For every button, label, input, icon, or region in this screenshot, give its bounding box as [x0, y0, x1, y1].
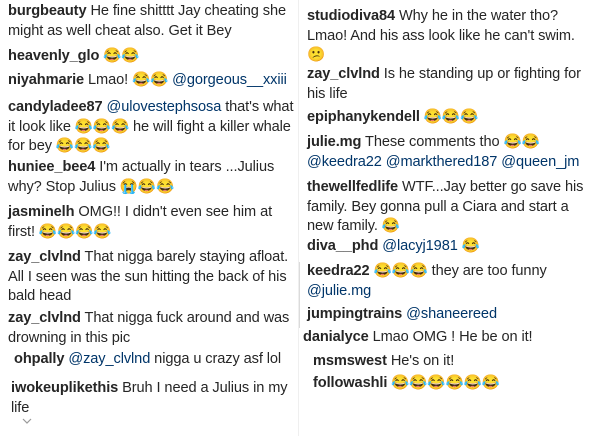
comment-item: niyahmarie Lmao! 😂😂 @gorgeous__xxiii [8, 71, 294, 91]
mention-link[interactable]: @ulovestephsosa [107, 99, 222, 115]
comment-username[interactable]: epiphanykendell [307, 109, 420, 125]
mention-link[interactable]: @lacyj1981 [382, 238, 458, 254]
comment-username[interactable]: heavenly_glo [8, 48, 99, 64]
comment-username[interactable]: zay_clvlnd [307, 66, 380, 82]
mention-link[interactable]: @markthered187 [386, 154, 498, 170]
comment-text: 😂😂😂 they are too funny [373, 263, 547, 279]
mention-link[interactable]: @zay_clvlnd [68, 351, 150, 367]
comment-username[interactable]: msmswest [313, 353, 387, 369]
comment-text: 😂😂😂😂😂😂 [391, 375, 500, 391]
comment-item: huniee_bee4 I'm actually in tears ...Jul… [8, 158, 294, 197]
comment-username[interactable]: danialyce [303, 329, 369, 345]
comment-username[interactable]: jasminelh [8, 204, 75, 220]
comment-username[interactable]: keedra22 [307, 263, 370, 279]
comment-item: diva__phd @lacyj1981 😂 [307, 237, 592, 257]
comment-item: studiodiva84 Why he in the water tho? Lm… [307, 7, 592, 66]
comment-item: zay_clvlnd That nigga fuck around and wa… [8, 309, 294, 348]
comment-text: 😂 [457, 238, 480, 254]
comment-item: jasminelh OMG!! I didn't even see him at… [8, 203, 294, 242]
reply-thread-line [299, 262, 300, 328]
comment-text: He's on it! [390, 353, 455, 369]
comment-item: zay_clvlnd That nigga barely staying afl… [8, 248, 294, 307]
mention-link[interactable]: @gorgeous__xxiii [172, 72, 287, 88]
comment-item: keedra22 😂😂😂 they are too funny @julie.m… [307, 262, 592, 301]
comment-text: Lmao OMG ! He be on it! [372, 329, 533, 345]
comment-username[interactable]: ohpally [14, 351, 64, 367]
comment-item: msmswest He's on it! [313, 352, 592, 372]
comment-username[interactable]: zay_clvlnd [8, 249, 81, 265]
comment-item: zay_clvlnd Is he standing up or fighting… [307, 65, 592, 104]
comment-item: ohpally @zay_clvlnd nigga u crazy asf lo… [14, 350, 294, 370]
mention-link[interactable]: @julie.mg [307, 283, 371, 299]
comment-text: nigga u crazy asf lol [150, 351, 282, 367]
comment-username[interactable]: zay_clvlnd [8, 310, 81, 326]
comment-item: followashli 😂😂😂😂😂😂 [313, 374, 592, 394]
comment-item: iwokeuplikethis Bruh I need a Julius in … [11, 379, 294, 418]
comment-text: 😂😂 [103, 48, 140, 64]
comment-item: burgbeauty He fine shitttt Jay cheating … [8, 2, 294, 41]
chevron-down-icon[interactable] [22, 417, 32, 425]
comment-username[interactable]: iwokeuplikethis [11, 380, 118, 396]
comment-username[interactable]: studiodiva84 [307, 8, 395, 24]
comment-username[interactable]: huniee_bee4 [8, 159, 95, 175]
comment-username[interactable]: niyahmarie [8, 72, 84, 88]
comment-item: epiphanykendell 😂😂😂 [307, 108, 592, 128]
comment-username[interactable]: followashli [313, 375, 387, 391]
comment-item: danialyce Lmao OMG ! He be on it! [303, 328, 592, 348]
comment-item: julie.mg These comments tho 😂😂 @keedra22… [307, 133, 592, 172]
comment-username[interactable]: candyladee87 [8, 99, 103, 115]
comment-username[interactable]: jumpingtrains [307, 306, 402, 322]
comment-username[interactable]: thewellfedlife [307, 179, 398, 195]
comment-item: thewellfedlife WTF...Jay better go save … [307, 178, 592, 237]
comment-username[interactable]: julie.mg [307, 134, 361, 150]
comment-text: 😂😂😂 [423, 109, 479, 125]
comment-item: jumpingtrains @shaneereed [307, 305, 592, 325]
mention-link[interactable]: @keedra22 [307, 154, 382, 170]
comment-username[interactable]: diva__phd [307, 238, 378, 254]
mention-link[interactable]: @shaneereed [406, 306, 497, 322]
comment-item: candyladee87 @ulovestephsosa that's what… [8, 98, 294, 157]
comment-text: Lmao! 😂😂 [88, 72, 173, 88]
column-divider [298, 0, 299, 436]
comment-item: heavenly_glo 😂😂 [8, 47, 294, 67]
mention-link[interactable]: @queen_jm [501, 154, 579, 170]
comment-text: These comments tho 😂😂 [365, 134, 540, 150]
comment-username[interactable]: burgbeauty [8, 3, 87, 19]
